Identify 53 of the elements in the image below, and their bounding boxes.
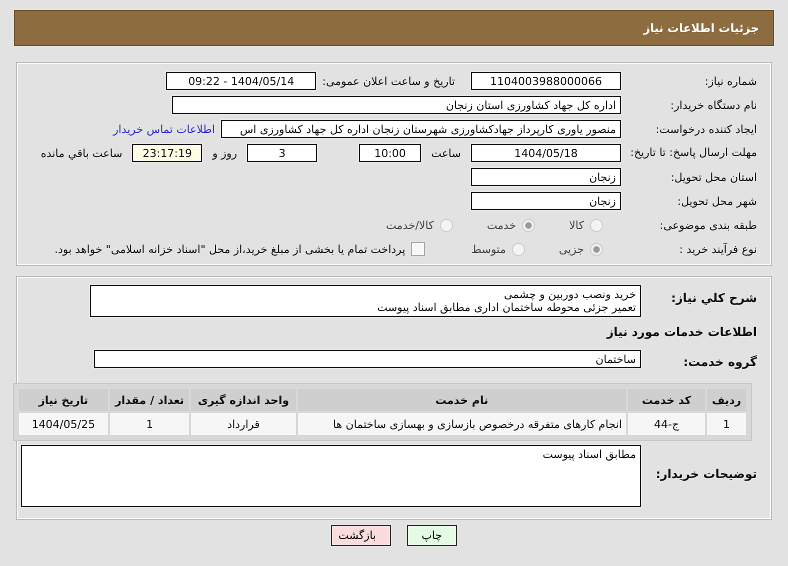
- field-label: استان محل تحویل:: [670, 170, 757, 184]
- field-label: شماره نیاز:: [704, 74, 757, 88]
- city-field: زنجان: [471, 192, 621, 210]
- table-cell: ج-44: [628, 413, 706, 435]
- radio-label: متوسط: [471, 242, 506, 256]
- time-label: ساعت: [431, 146, 461, 160]
- province-field: زنجان: [471, 168, 621, 186]
- buyer-org-field: اداره کل جهاد کشاورزی استان زنجان: [172, 96, 621, 114]
- deadline-date-field: 1404/05/18: [471, 144, 621, 162]
- summary-textarea[interactable]: خرید ونصب دوربین و چشمی تعمیر جزئی محوطه ساختمان اداری مطابق اسناد پیوست: [90, 285, 641, 317]
- service-group-field: ساختمان: [94, 350, 641, 368]
- column-header: واحد اندازه گیری: [191, 389, 296, 411]
- field-label: مهلت ارسال پاسخ: تا تاریخ:: [629, 146, 757, 160]
- creator-field: منصور یاوری کارپرداز جهادکشاورزی شهرستان زنجان اداره کل جهاد کشاورزی اس: [221, 120, 621, 138]
- column-header: تاریخ نیاز: [19, 389, 108, 411]
- table-cell: قرارداد: [191, 413, 296, 435]
- summary-line: خرید ونصب دوربین و چشمی: [502, 288, 636, 301]
- field-label: نام دستگاه خریدار:: [669, 98, 757, 112]
- field-label: توضیحات خریدار:: [654, 466, 757, 481]
- notes-textarea[interactable]: مطابق اسناد پیوست: [21, 445, 641, 507]
- field-label: شهر محل تحویل:: [676, 194, 757, 208]
- column-header: کد خدمت: [628, 389, 706, 411]
- table-cell: 1404/05/25: [19, 413, 108, 435]
- announce-date-field: 1404/05/14 - 09:22: [166, 72, 316, 90]
- table-cell: انجام کارهای متفرقه درخصوص بازسازی و بهسازی ساختمان ها: [298, 413, 626, 435]
- radio-label: خدمت: [486, 218, 516, 232]
- summary-line: تعمیر جزئی محوطه ساختمان اداری مطابق اسناد پیوست: [376, 301, 636, 314]
- field-label: شرح کلي نیاز:: [670, 290, 757, 305]
- print-button[interactable]: چاپ: [407, 525, 457, 546]
- back-button[interactable]: بازگشت: [331, 525, 391, 546]
- field-label: طبقه بندی موضوعی:: [658, 218, 757, 232]
- field-label: نوع فرآیند خرید :: [678, 242, 757, 256]
- buyer-contact-link[interactable]: اطلاعات تماس خریدار: [113, 122, 215, 136]
- section-heading: اطلاعات خدمات مورد نیاز: [606, 324, 757, 339]
- days-field: 3: [247, 144, 318, 162]
- field-label: تاریخ و ساعت اعلان عمومی:: [322, 74, 455, 88]
- column-header: تعداد / مقدار: [110, 389, 190, 411]
- table-cell: 1: [707, 413, 746, 435]
- radio-label: جزیی: [558, 242, 584, 256]
- days-label: روز و: [212, 146, 238, 160]
- deadline-time-field: 10:00: [359, 144, 422, 162]
- column-header: ردیف: [707, 389, 746, 411]
- remaining-label: ساعت باقي مانده: [40, 146, 122, 160]
- radio-label: کالا/خدمت: [386, 218, 434, 232]
- checkbox-label: پرداخت تمام یا بخشی از مبلغ خرید،از محل "اسناد خزانه اسلامی" خواهد بود.: [54, 242, 406, 256]
- column-header: نام خدمت: [298, 389, 626, 411]
- need-number-field: 1104003988000066: [471, 72, 621, 90]
- table-cell: 1: [110, 413, 190, 435]
- field-label: گروه خدمت:: [682, 354, 757, 369]
- header-title: جزئیات اطلاعات نیاز: [643, 21, 759, 35]
- radio-label: کالا: [569, 218, 584, 232]
- field-label: ایجاد کننده درخواست:: [654, 122, 757, 136]
- remaining-time-field: 23:17:19: [132, 144, 202, 162]
